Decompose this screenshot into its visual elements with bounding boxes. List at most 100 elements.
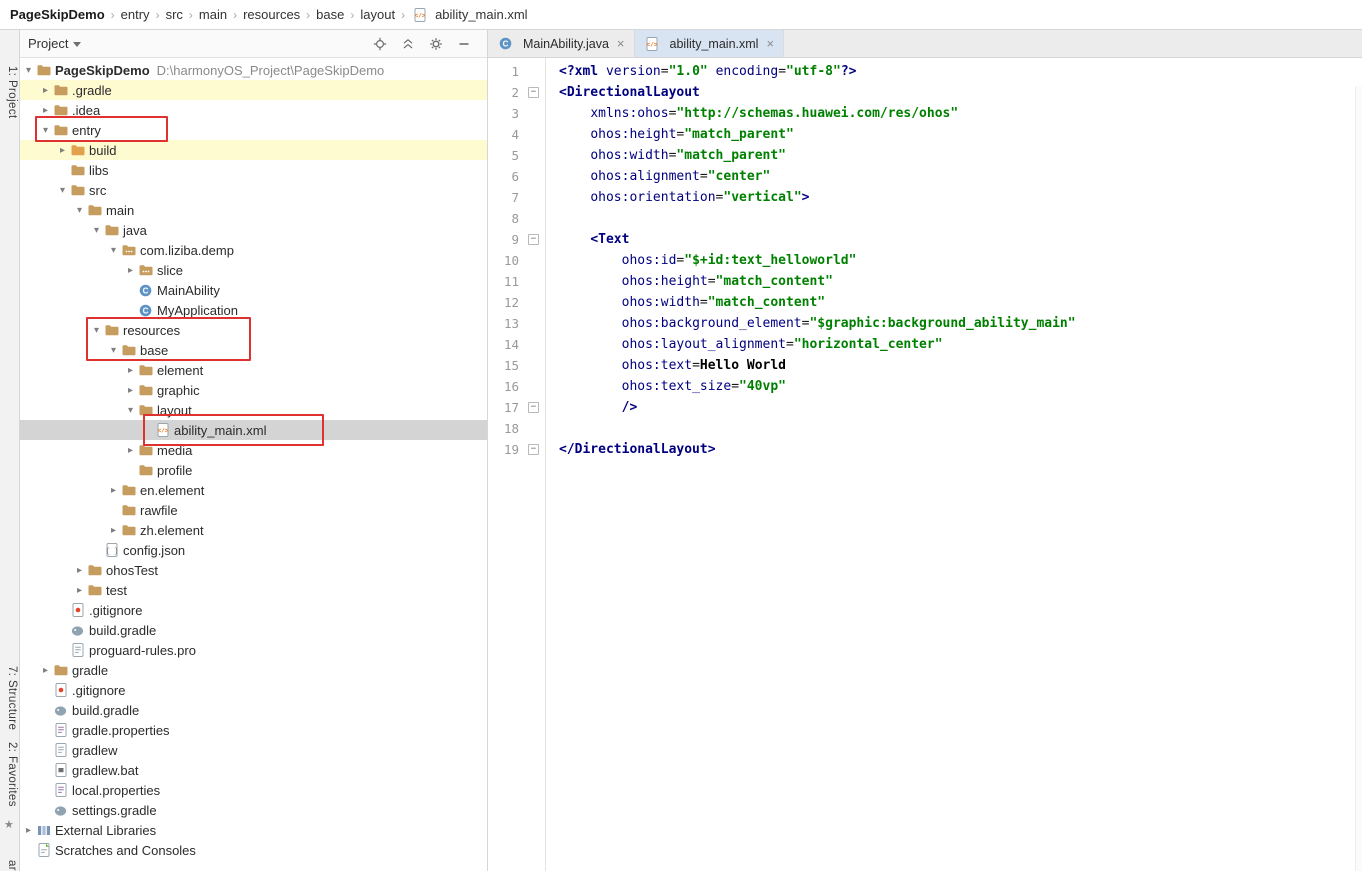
tree-item-gradle[interactable]: ▸ gradle (20, 660, 487, 680)
tree-item-media[interactable]: ▸ media (20, 440, 487, 460)
tree-item-main[interactable]: ▾ main (20, 200, 487, 220)
tool-window-button-2-favorites[interactable]: 2: Favorites (3, 742, 18, 807)
code-line[interactable]: <Text (559, 229, 1354, 250)
chevron-down-icon[interactable]: ▾ (107, 245, 120, 256)
code-line[interactable]: ohos:text_size="40vp" (559, 376, 1354, 397)
code-line[interactable]: ohos:width="match_parent" (559, 145, 1354, 166)
breadcrumb-item-entry[interactable]: entry (119, 7, 152, 22)
chevron-down-icon[interactable]: ▾ (124, 405, 137, 416)
tree-item-ability-main-xml[interactable]: </> ability_main.xml (20, 420, 487, 440)
chevron-right-icon[interactable]: ▸ (107, 485, 120, 496)
chevron-down-icon[interactable]: ▾ (73, 205, 86, 216)
fold-marker-icon[interactable]: − (528, 234, 539, 245)
tree-item-layout[interactable]: ▾ layout (20, 400, 487, 420)
code-line[interactable]: ohos:height="match_parent" (559, 124, 1354, 145)
tree-item-resources[interactable]: ▾ resources (20, 320, 487, 340)
tool-window-button-ariants[interactable]: ariants (3, 860, 18, 871)
tab-mainability-java[interactable]: C MainAbility.java × (488, 30, 635, 57)
chevron-right-icon[interactable]: ▸ (124, 265, 137, 276)
tree-item-build-gradle[interactable]: build.gradle (20, 700, 487, 720)
tree-item-slice[interactable]: ▸ slice (20, 260, 487, 280)
star-icon[interactable]: ★ (4, 818, 14, 831)
tree-item-local-properties[interactable]: local.properties (20, 780, 487, 800)
editor-scrollbar[interactable] (1355, 86, 1362, 871)
breadcrumb-item-src[interactable]: src (164, 7, 185, 22)
chevron-right-icon[interactable]: ▸ (39, 85, 52, 96)
tree-item-entry[interactable]: ▾ entry (20, 120, 487, 140)
breadcrumb-item-resources[interactable]: resources (241, 7, 302, 22)
chevron-right-icon[interactable]: ▸ (124, 385, 137, 396)
chevron-down-icon[interactable]: ▾ (90, 225, 103, 236)
tree-item-base[interactable]: ▾ base (20, 340, 487, 360)
tree-item-profile[interactable]: profile (20, 460, 487, 480)
code-line[interactable]: </DirectionalLayout> (559, 439, 1354, 460)
tree-item-settings-gradle[interactable]: settings.gradle (20, 800, 487, 820)
tree-item-gradlew[interactable]: gradlew (20, 740, 487, 760)
tree-item-build[interactable]: ▸ build (20, 140, 487, 160)
code-line[interactable] (559, 418, 1354, 439)
chevron-right-icon[interactable]: ▸ (73, 565, 86, 576)
tree-item-libs[interactable]: libs (20, 160, 487, 180)
chevron-down-icon[interactable]: ▾ (39, 125, 52, 136)
fold-marker-icon[interactable]: − (528, 87, 539, 98)
tree-item-element[interactable]: ▸ element (20, 360, 487, 380)
code-line[interactable]: ohos:background_element="$graphic:backgr… (559, 313, 1354, 334)
tree-item-gitignore[interactable]: .gitignore (20, 600, 487, 620)
tree-item-pageskipdemo[interactable]: ▾ PageSkipDemo D:\harmonyOS_Project\PageSk… (20, 60, 487, 80)
tree-item-scratches-and-consoles[interactable]: Scratches and Consoles (20, 840, 487, 860)
tree-item-graphic[interactable]: ▸ graphic (20, 380, 487, 400)
breadcrumb-item-ability-main-xml[interactable]: </> ability_main.xml (409, 7, 529, 22)
chevron-right-icon[interactable]: ▸ (107, 525, 120, 536)
locate-icon[interactable] (373, 37, 387, 51)
tree-item-com-liziba-demp[interactable]: ▾ com.liziba.demp (20, 240, 487, 260)
breadcrumb-item-layout[interactable]: layout (358, 7, 397, 22)
breadcrumb-item-main[interactable]: main (197, 7, 229, 22)
code-line[interactable]: ohos:id="$+id:text_helloworld" (559, 250, 1354, 271)
tool-window-button-7-structure[interactable]: 7: Structure (3, 666, 18, 730)
code-line[interactable]: /> (559, 397, 1354, 418)
code-line[interactable]: xmlns:ohos="http://schemas.huawei.com/re… (559, 103, 1354, 124)
tree-item-java[interactable]: ▾ java (20, 220, 487, 240)
tree-item-myapplication[interactable]: C MyApplication (20, 300, 487, 320)
collapse-all-icon[interactable] (401, 37, 415, 51)
chevron-right-icon[interactable]: ▸ (124, 365, 137, 376)
chevron-right-icon[interactable]: ▸ (56, 145, 69, 156)
chevron-down-icon[interactable]: ▾ (56, 185, 69, 196)
tree-item-en-element[interactable]: ▸ en.element (20, 480, 487, 500)
code-line[interactable] (559, 208, 1354, 229)
code-line[interactable]: ohos:layout_alignment="horizontal_center… (559, 334, 1354, 355)
code-line[interactable]: ohos:alignment="center" (559, 166, 1354, 187)
tree-item-proguard-rules-pro[interactable]: proguard-rules.pro (20, 640, 487, 660)
tree-item-external-libraries[interactable]: ▸ External Libraries (20, 820, 487, 840)
chevron-right-icon[interactable]: ▸ (39, 105, 52, 116)
tree-item-gradle[interactable]: ▸ .gradle (20, 80, 487, 100)
tree-item-src[interactable]: ▾ src (20, 180, 487, 200)
tree-item-gradlew-bat[interactable]: gradlew.bat (20, 760, 487, 780)
tool-window-button-1-project[interactable]: 1: Project (3, 66, 18, 119)
code-area[interactable]: <?xml version="1.0" encoding="utf-8"?> <D… (547, 58, 1354, 871)
code-line[interactable]: ohos:text=Hello World (559, 355, 1354, 376)
tree-item-rawfile[interactable]: rawfile (20, 500, 487, 520)
chevron-right-icon[interactable]: ▸ (22, 825, 35, 836)
project-view-selector[interactable]: Project (28, 36, 82, 51)
code-line[interactable]: ohos:height="match_content" (559, 271, 1354, 292)
breadcrumb-item-pageskipdemo[interactable]: PageSkipDemo (8, 7, 107, 22)
code-line[interactable]: <?xml version="1.0" encoding="utf-8"?> (559, 61, 1354, 82)
settings-icon[interactable] (429, 37, 443, 51)
tree-item-gitignore[interactable]: .gitignore (20, 680, 487, 700)
tree-item-test[interactable]: ▸ test (20, 580, 487, 600)
fold-marker-icon[interactable]: − (528, 402, 539, 413)
close-icon[interactable]: × (617, 37, 625, 50)
code-line[interactable]: ohos:orientation="vertical"> (559, 187, 1354, 208)
chevron-down-icon[interactable]: ▾ (22, 65, 35, 76)
chevron-right-icon[interactable]: ▸ (73, 585, 86, 596)
tree-item-ohostest[interactable]: ▸ ohosTest (20, 560, 487, 580)
chevron-right-icon[interactable]: ▸ (124, 445, 137, 456)
chevron-right-icon[interactable]: ▸ (39, 665, 52, 676)
tree-item-idea[interactable]: ▸ .idea (20, 100, 487, 120)
code-line[interactable]: <DirectionalLayout (559, 82, 1354, 103)
chevron-down-icon[interactable]: ▾ (90, 325, 103, 336)
fold-marker-icon[interactable]: − (528, 444, 539, 455)
tree-item-build-gradle[interactable]: build.gradle (20, 620, 487, 640)
tree-item-gradle-properties[interactable]: gradle.properties (20, 720, 487, 740)
